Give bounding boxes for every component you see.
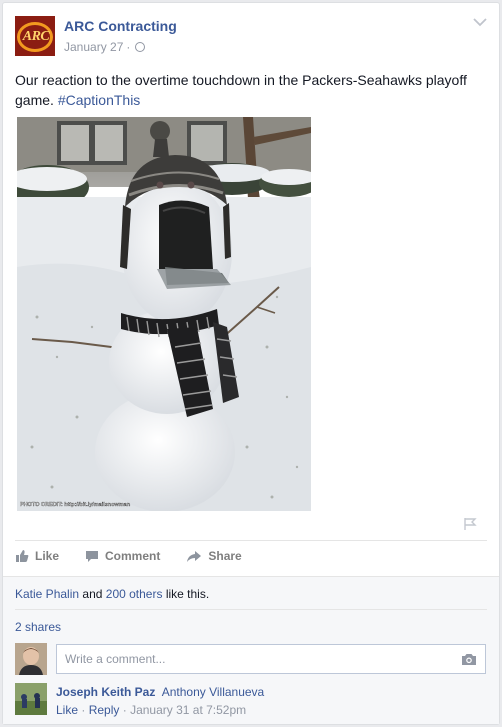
share-label: Share [208, 549, 242, 563]
comment-like-link[interactable]: Like [56, 703, 78, 717]
post-footer: Katie Phalin and 200 others like this. 2… [3, 576, 499, 724]
post-actions: Like Comment Share [15, 549, 268, 563]
actions-divider [15, 540, 487, 541]
comment-author-link[interactable]: Joseph Keith Paz [56, 685, 155, 699]
comment-placeholder: Write a comment... [65, 652, 166, 666]
like-label: Like [35, 549, 60, 563]
meta-separator: · [126, 40, 131, 54]
likes-suffix: like this. [165, 587, 210, 601]
share-button[interactable]: Share [186, 549, 242, 563]
comment-time[interactable]: January 31 at 7:52pm [130, 703, 246, 717]
hashtag-link[interactable]: #CaptionThis [58, 92, 141, 108]
flag-icon[interactable] [463, 517, 477, 531]
post-photo[interactable]: PHOTO CREDIT: http://bit.ly/mailsnowman [17, 117, 311, 511]
liker-link[interactable]: Katie Phalin [15, 587, 79, 601]
share-arrow-icon [187, 550, 202, 562]
comment-meta: Like · Reply · January 31 at 7:52pm [56, 703, 246, 717]
commenter-avatar-image [15, 683, 47, 715]
camera-icon[interactable] [461, 653, 477, 666]
comment-meta-sep-2: · [122, 703, 127, 717]
logo-text: ARC [22, 29, 50, 44]
user-avatar[interactable] [15, 643, 47, 675]
comment-button[interactable]: Comment [85, 549, 160, 563]
post-date[interactable]: January 27 [64, 40, 123, 54]
commenter-avatar[interactable] [15, 683, 47, 715]
post-card: ARC ARC Contracting January 27 · Our rea… [2, 2, 500, 725]
shares-link[interactable]: 2 shares [15, 620, 61, 634]
snowman-photo: PHOTO CREDIT: http://bit.ly/mailsnowman [17, 117, 311, 511]
globe-icon [135, 42, 146, 52]
user-avatar-image [15, 643, 47, 675]
likes-summary: Katie Phalin and 200 others like this. [15, 587, 209, 601]
likes-divider [15, 609, 487, 610]
comment-mention-link[interactable]: Anthony Villanueva [162, 685, 265, 699]
thumbs-up-icon [16, 550, 29, 562]
post-meta: January 27 · [64, 40, 146, 54]
like-button[interactable]: Like [15, 549, 59, 563]
others-link[interactable]: 200 others [106, 587, 163, 601]
post-text: Our reaction to the overtime touchdown i… [15, 70, 491, 110]
likes-and: and [82, 587, 103, 601]
comment-input[interactable]: Write a comment... [56, 644, 486, 674]
comment-icon [86, 550, 99, 562]
page-avatar[interactable]: ARC [15, 16, 55, 56]
photo-credit: PHOTO CREDIT: http://bit.ly/mailsnowman [20, 502, 131, 508]
comment-label: Comment [105, 549, 161, 563]
comment-meta-sep-1: · [81, 703, 86, 717]
comment-header: Joseph Keith Paz Anthony Villanueva [56, 685, 264, 699]
comment-reply-link[interactable]: Reply [89, 703, 120, 717]
chevron-down-icon[interactable] [473, 17, 487, 27]
page-name-link[interactable]: ARC Contracting [64, 18, 177, 34]
